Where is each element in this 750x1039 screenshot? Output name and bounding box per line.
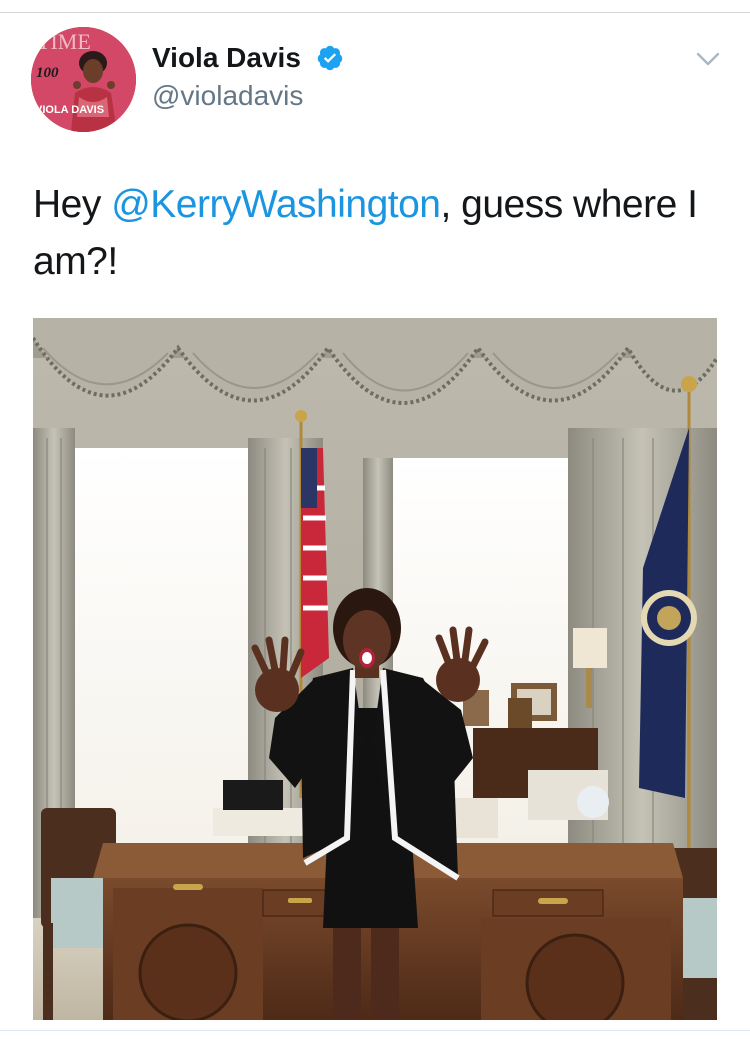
avatar-cover-name: VIOLA DAVIS [35, 104, 104, 116]
chevron-down-icon[interactable] [694, 48, 722, 70]
avatar[interactable]: TIME 100 VIOLA DAVIS [31, 27, 136, 132]
oval-office-photo [33, 318, 717, 1020]
tweet-text: Hey @KerryWashington, guess where I am?! [33, 176, 723, 290]
tweet-text-prefix: Hey [33, 183, 112, 226]
tweet-screen: TIME 100 VIOLA DAVIS Viola Davis @violad… [0, 0, 750, 1039]
tweet-photo[interactable] [33, 318, 717, 1020]
time-magazine-cover-avatar-icon: TIME 100 VIOLA DAVIS [31, 27, 136, 132]
mention-link[interactable]: @KerryWashington [111, 183, 441, 226]
verified-badge-icon [317, 45, 343, 71]
top-divider [0, 12, 750, 13]
avatar-number: 100 [36, 65, 59, 81]
avatar-masthead: TIME [37, 29, 91, 54]
user-display-name[interactable]: Viola Davis [152, 42, 301, 74]
user-handle[interactable]: @violadavis [152, 80, 303, 112]
bottom-divider [0, 1030, 750, 1031]
